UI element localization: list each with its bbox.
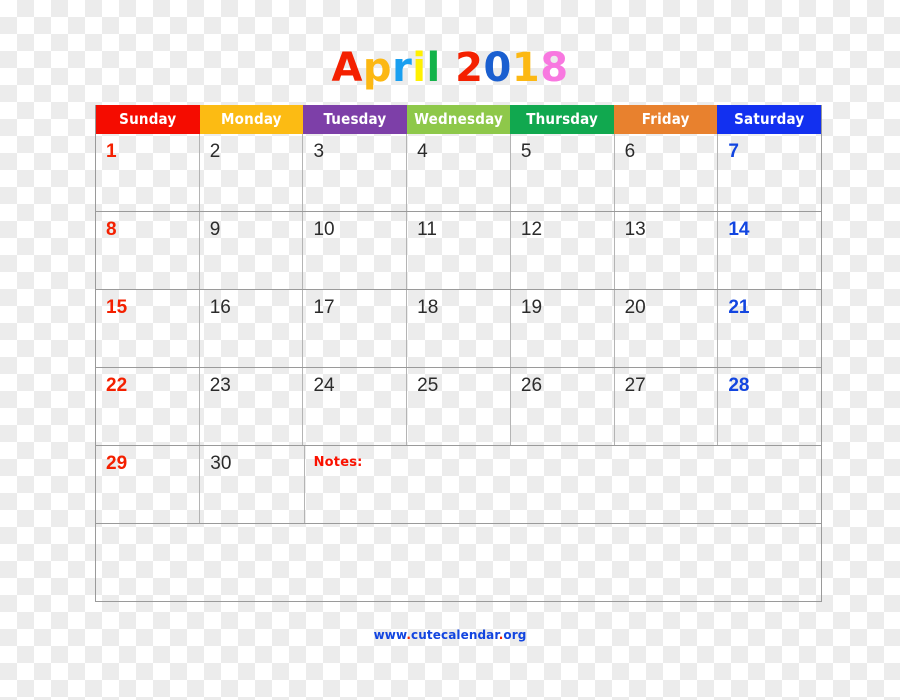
day-cell[interactable]: 19 [511,290,615,367]
day-number: 14 [728,219,750,240]
day-cell[interactable]: 6 [615,134,719,211]
day-number: 10 [313,219,335,240]
calendar-page: April 2018 Sunday Monday Tuesday Wednesday T… [0,0,900,700]
day-number: 1 [106,141,117,162]
day-cell[interactable]: 21 [718,290,821,367]
day-cell[interactable]: 8 [96,212,200,289]
weekday-header-row: Sunday Monday Tuesday Wednesday Thursday Frid… [96,105,822,134]
day-number: 15 [106,297,128,318]
day-number: 23 [209,375,231,396]
url-segment: www [373,628,407,642]
day-number: 19 [520,297,543,318]
day-cell[interactable]: 23 [200,368,304,445]
weekday-header-thursday: Thursday [510,105,614,134]
calendar-last-week-row: 29 30 Notes: [96,446,821,524]
day-cell[interactable]: 9 [200,212,304,289]
day-number: 9 [209,219,221,240]
weekday-header-monday: Monday [199,105,304,134]
day-number: 27 [624,375,646,396]
notes-cell[interactable]: Notes: [305,446,821,523]
day-number: 12 [520,219,543,240]
day-number: 21 [728,297,750,318]
day-cell[interactable]: 3 [303,134,408,211]
day-number: 16 [209,297,231,318]
title-letter: p [362,45,393,91]
title-letter: 2 [455,45,484,91]
calendar-week-row: 8 9 10 11 12 13 14 [96,212,821,290]
day-cell[interactable]: 30 [200,446,305,523]
day-cell[interactable]: 25 [407,368,511,445]
calendar-grid: Sunday Monday Tuesday Wednesday Thursday Frid… [95,105,822,602]
title-letter [441,45,455,91]
day-number: 29 [106,453,128,474]
notes-writing-area[interactable] [96,524,821,602]
day-number: 13 [624,219,646,240]
weekday-header-sunday: Sunday [96,105,200,134]
day-cell[interactable]: 26 [511,368,615,445]
day-number: 24 [313,375,335,396]
title-letter: 0 [483,45,512,91]
day-cell[interactable]: 24 [303,368,408,445]
day-cell[interactable]: 1 [96,134,200,211]
notes-label: Notes: [313,455,363,470]
day-number: 2 [209,141,221,162]
day-number: 28 [728,375,750,396]
day-number: 26 [520,375,543,396]
url-segment: cutecalendar [411,628,499,642]
day-cell[interactable]: 13 [615,212,719,289]
day-cell[interactable]: 27 [615,368,719,445]
day-cell[interactable]: 15 [96,290,200,367]
calendar-week-row: 1 2 3 4 5 6 7 [96,134,821,212]
day-cell[interactable]: 12 [511,212,615,289]
day-number: 17 [313,297,335,318]
day-number: 3 [313,141,325,162]
day-number: 18 [417,297,439,318]
title-letter: 1 [511,45,541,91]
title-letter: i [412,45,427,91]
url-segment: org [503,628,527,642]
day-cell[interactable]: 18 [407,290,511,367]
day-number: 25 [417,375,439,396]
day-number: 4 [417,141,428,162]
page-title: April 2018 [0,46,900,90]
day-number: 11 [417,219,437,240]
day-number: 30 [210,453,232,474]
title-letter: l [426,45,441,91]
title-letter: 8 [540,45,569,91]
day-cell[interactable]: 20 [615,290,719,367]
title-letter: A [331,45,363,91]
day-cell[interactable]: 10 [303,212,408,289]
source-url[interactable]: www.cutecalendar.org [0,628,900,642]
day-number: 22 [106,375,128,396]
day-cell[interactable]: 14 [718,212,821,289]
day-number: 7 [728,141,739,162]
day-cell[interactable]: 16 [200,290,304,367]
day-cell[interactable]: 28 [718,368,821,445]
day-cell[interactable]: 17 [303,290,408,367]
day-cell[interactable]: 5 [511,134,615,211]
calendar-week-rows: 1 2 3 4 5 6 7 8 9 10 11 12 13 14 15 16 17 18 19 20 21 22 23 24 2… [96,134,821,446]
day-cell[interactable]: 2 [200,134,304,211]
weekday-header-saturday: Saturday [717,105,822,134]
day-cell[interactable]: 29 [96,446,201,523]
weekday-header-tuesday: Tuesday [303,105,407,134]
day-cell[interactable]: 11 [407,212,511,289]
day-cell[interactable]: 4 [407,134,511,211]
weekday-header-wednesday: Wednesday [406,105,511,134]
weekday-header-friday: Friday [613,105,718,134]
day-number: 6 [624,141,636,162]
calendar-week-row: 22 23 24 25 26 27 28 [96,368,821,446]
day-number: 20 [624,297,646,318]
title-letter: r [392,45,413,91]
day-number: 8 [106,219,117,240]
calendar-week-row: 15 16 17 18 19 20 21 [96,290,821,368]
day-number: 5 [520,141,532,162]
day-cell[interactable]: 22 [96,368,200,445]
day-cell[interactable]: 7 [718,134,821,211]
